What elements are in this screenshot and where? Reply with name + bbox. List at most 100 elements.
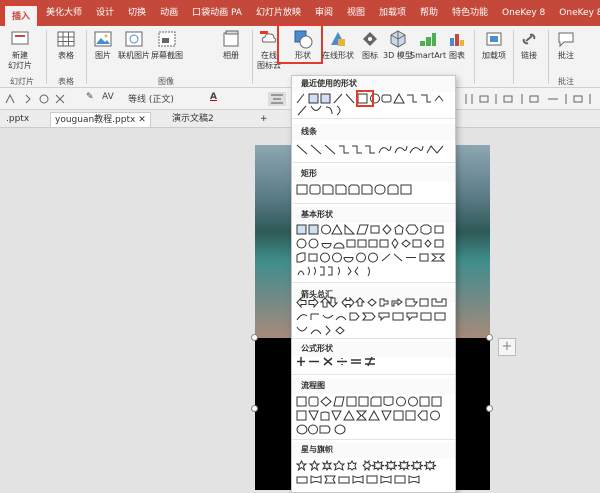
arrows-row-2[interactable] [296, 311, 452, 322]
rectangle-shapes-icons[interactable] [296, 184, 452, 195]
table-button[interactable]: 表格 [56, 29, 76, 61]
new-slide-label-1: 新建 [12, 51, 28, 60]
tab-features[interactable]: 特色功能 [445, 0, 495, 26]
basic-shapes-icons-2[interactable] [296, 238, 452, 249]
basic-shapes-icons-1[interactable] [296, 224, 452, 235]
shapes-dropdown: 最近使用的形状 线条 矩形 基本形状 箭头总汇 公式形状 流程图 星与旗帜 [291, 75, 456, 493]
smartart-button[interactable]: SmartArt [410, 29, 446, 61]
addins-button[interactable]: 加载项 [482, 29, 506, 61]
arrow-shapes-icons-3[interactable] [296, 325, 356, 336]
flowchart-row-2[interactable] [296, 410, 452, 421]
doc-tab-presentation2[interactable]: 演示文稿2 [168, 112, 218, 127]
chart-button[interactable]: 图表 [447, 29, 467, 61]
tab-transitions[interactable]: 切换 [121, 0, 153, 26]
basic-shapes-icons-3[interactable] [296, 252, 452, 263]
align-objects-icons[interactable] [462, 92, 598, 106]
recent-shapes-icons[interactable] [296, 93, 452, 104]
line-shapes-icons[interactable] [296, 144, 452, 155]
doc-tab-1[interactable]: .pptx [2, 112, 33, 127]
close-icon[interactable]: ✕ [138, 115, 146, 125]
addin-icon [486, 32, 502, 46]
tab-view[interactable]: 视图 [340, 0, 372, 26]
new-tab-button[interactable]: + [256, 112, 272, 127]
tab-slideshow[interactable]: 幻灯片放映 [249, 0, 308, 26]
equation-shapes-row[interactable] [296, 356, 452, 367]
tab-insert[interactable]: 插入 [3, 4, 40, 26]
tab-animations[interactable]: 动画 [153, 0, 185, 26]
basic-shapes-row-3[interactable] [296, 252, 452, 263]
online-picture-button[interactable]: 联机图片 [118, 29, 150, 61]
doc-tab-youguan[interactable]: youguan教程.pptx ✕ [50, 112, 151, 127]
tab-pocket-animation[interactable]: 口袋动画 PA [185, 0, 249, 26]
rectangles-row[interactable] [296, 184, 452, 195]
chart-icon [450, 34, 464, 46]
icons-button[interactable]: 图标 [360, 29, 380, 61]
divider [292, 162, 455, 163]
link-icon [522, 33, 536, 45]
resize-handle[interactable] [251, 334, 258, 341]
new-slide-button[interactable]: 新建 幻灯片 [8, 29, 32, 71]
banner-shapes-icons[interactable] [296, 474, 452, 485]
arrows-row-3[interactable] [296, 325, 452, 336]
flowchart-icons-3[interactable] [296, 424, 356, 435]
screenshot-icon [158, 31, 176, 47]
resize-handle[interactable] [251, 405, 258, 412]
arrow-shapes-icons-2[interactable] [296, 311, 452, 322]
chart-label: 图表 [449, 51, 465, 60]
basic-shapes-row-1[interactable] [296, 224, 452, 235]
section-stars-banners: 星与旗帜 [292, 442, 455, 458]
tab-beautify[interactable]: 美化大师 [39, 0, 89, 26]
tab-onekey-2[interactable]: OneKey 8 [552, 0, 600, 26]
album-button[interactable]: 相册 [221, 29, 241, 61]
align-center-icon[interactable] [268, 92, 286, 106]
star-shapes-icons-1[interactable] [296, 460, 452, 471]
tab-review[interactable]: 审阅 [308, 0, 340, 26]
flowchart-icons-1[interactable] [296, 396, 452, 407]
album-icon [223, 30, 239, 47]
add-element-button[interactable]: + [498, 338, 516, 356]
recent-shapes-row-2[interactable] [296, 105, 452, 116]
font-name-select[interactable]: 等线 (正文) [128, 92, 174, 106]
recent-shapes-row-1[interactable] [296, 93, 452, 104]
link-button[interactable]: 链接 [519, 29, 539, 61]
table-label: 表格 [58, 51, 74, 60]
font-spacing-label[interactable]: AV [102, 92, 114, 106]
equation-shapes-icons[interactable] [296, 356, 376, 367]
screenshot-button[interactable]: 屏幕截图 [151, 29, 183, 61]
flowchart-row-3[interactable] [296, 424, 452, 435]
table-icon [57, 31, 75, 47]
divider [292, 118, 455, 119]
lines-row[interactable] [296, 144, 452, 155]
section-flowchart: 流程图 [292, 378, 455, 394]
comment-button[interactable]: 批注 [556, 29, 576, 61]
section-rectangles: 矩形 [292, 166, 455, 182]
3d-model-button[interactable]: 3D 模型 [383, 29, 413, 61]
basic-shapes-row-2[interactable] [296, 238, 452, 249]
shapes-button-highlight [277, 24, 323, 64]
tab-addins[interactable]: 加载项 [372, 0, 413, 26]
stars-row-2[interactable] [296, 474, 452, 485]
stars-row-1[interactable] [296, 460, 452, 471]
new-slide-label-2: 幻灯片 [8, 61, 32, 70]
arrows-row-1[interactable] [296, 297, 452, 308]
format-painter-icon[interactable]: ✎ [86, 92, 94, 106]
font-color-button[interactable]: A [210, 92, 217, 106]
quick-format-icons[interactable] [4, 92, 68, 106]
resize-handle[interactable] [486, 334, 493, 341]
basic-shapes-row-4[interactable] [296, 266, 452, 277]
divider [292, 338, 455, 339]
flowchart-icons-2[interactable] [296, 410, 452, 421]
tab-help[interactable]: 帮助 [413, 0, 445, 26]
arrow-shapes-icons-1[interactable] [296, 297, 452, 308]
online-shape-button[interactable]: 在线形状 [322, 29, 354, 61]
new-slide-icon [11, 31, 29, 45]
basic-shapes-icons-4[interactable] [296, 266, 446, 277]
comment-icon [558, 32, 574, 48]
tab-onekey-1[interactable]: OneKey 8 [495, 0, 552, 26]
tab-design[interactable]: 设计 [89, 0, 121, 26]
recent-shapes-icons-2[interactable] [296, 105, 356, 116]
resize-handle[interactable] [486, 405, 493, 412]
flowchart-row-1[interactable] [296, 396, 452, 407]
picture-icon [94, 31, 112, 47]
picture-button[interactable]: 图片 [93, 29, 113, 61]
